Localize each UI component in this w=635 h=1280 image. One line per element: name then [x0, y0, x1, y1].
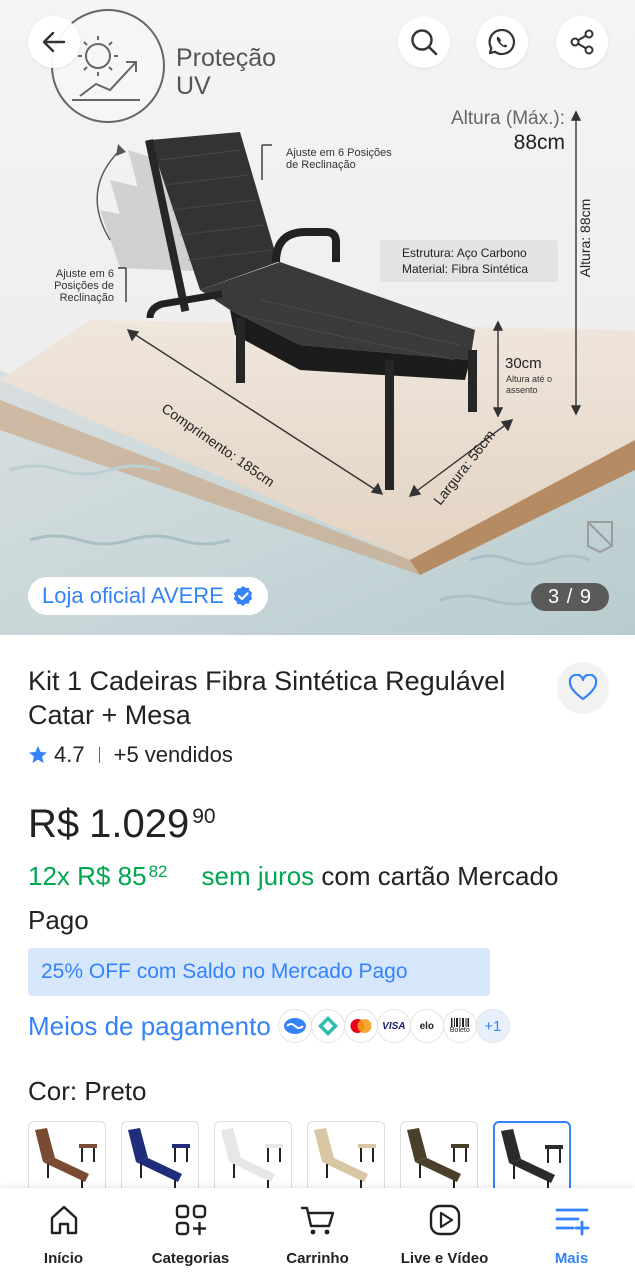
discount-banner: 25% OFF com Saldo no Mercado Pago: [28, 948, 490, 996]
more-payment-methods[interactable]: +1: [475, 1009, 510, 1043]
product-price: R$ 1.029 90: [28, 800, 216, 855]
nav-label: Início: [43, 1250, 84, 1267]
image-spec-box: Estrutura: Aço Carbono Material: Fibra S…: [380, 240, 558, 282]
nav-item-categorias[interactable]: Categorias: [127, 1188, 254, 1280]
bottom-navigation: Início Categorias Carrinho Live e Vídeo …: [0, 1188, 635, 1280]
share-button[interactable]: [556, 16, 608, 68]
elo-icon: elo: [409, 1009, 444, 1043]
image-text-material: Material: Fibra Sintética: [402, 262, 529, 276]
price-currency: R$: [28, 802, 80, 846]
home-icon: [50, 1205, 77, 1235]
boleto-label: Boleto: [449, 1027, 470, 1034]
product-photo: [0, 9, 635, 635]
payment-methods-link[interactable]: Meios de pagamento: [28, 1011, 271, 1042]
rating-row[interactable]: 4.7 +5 vendidos: [28, 740, 233, 770]
nav-item-inicio[interactable]: Início: [0, 1188, 127, 1280]
nav-item-live-video[interactable]: Live e Vídeo: [381, 1188, 508, 1280]
arrow-left-icon: [42, 31, 66, 53]
verified-badge-icon: [233, 586, 253, 606]
mercado-pago-icon: [277, 1009, 312, 1043]
pix-icon: [310, 1009, 345, 1043]
whatsapp-icon: [488, 28, 515, 56]
payment-methods-row[interactable]: Meios de pagamento VISA elo Boleto +1: [28, 1008, 510, 1044]
official-store-link[interactable]: Loja oficial AVERE: [28, 577, 268, 615]
rating-value: 4.7: [54, 742, 85, 767]
image-text-structure: Estrutura: Aço Carbono: [402, 246, 527, 260]
installment-count: 12x: [28, 861, 70, 891]
back-button[interactable]: [28, 16, 80, 68]
image-text-uv: Proteção UV: [176, 44, 277, 100]
installment-main: 85: [117, 861, 147, 891]
product-title: Kit 1 Cadeiras Fibra Sintética Regulável…: [28, 666, 506, 730]
nav-label: Live e Vídeo: [400, 1250, 489, 1267]
nav-label: Mais: [554, 1250, 589, 1267]
cart-icon: [300, 1206, 334, 1235]
share-icon: [570, 29, 594, 55]
installment-interest: sem juros: [201, 861, 315, 891]
boleto-icon: Boleto: [442, 1009, 477, 1043]
color-label: Cor: Preto: [28, 1076, 147, 1106]
play-icon: [429, 1204, 460, 1236]
nav-label: Carrinho: [286, 1250, 349, 1267]
image-text-recline-left: Ajuste em 6 Posições de Reclinação: [54, 268, 114, 304]
mastercard-icon: [343, 1009, 378, 1043]
menu-plus-icon: [555, 1208, 589, 1236]
price-cents: 90: [192, 805, 216, 828]
search-icon: [411, 29, 438, 56]
nav-label: Categorias: [151, 1250, 230, 1267]
image-text-seat-height-sub: Altura até o assento: [506, 374, 553, 395]
favorite-button[interactable]: [557, 662, 609, 714]
categories-icon: [175, 1204, 206, 1236]
product-image-gallery[interactable]: Proteção UV Altura (Máx.): 88cm Ajuste e…: [0, 0, 635, 635]
product-page: Proteção UV Altura (Máx.): 88cm Ajuste e…: [0, 0, 635, 1280]
image-text-height-rotated: Altura: 88cm: [577, 198, 593, 278]
nav-item-mais[interactable]: Mais: [508, 1188, 635, 1280]
installment-cents: 82: [148, 862, 168, 881]
visa-icon: VISA: [376, 1009, 411, 1043]
image-text-height-max-label: Altura (Máx.):: [450, 108, 565, 129]
image-counter: 3 / 9: [531, 583, 609, 611]
store-name: Loja oficial AVERE: [42, 583, 224, 608]
image-text-seat-height: 30cm: [505, 355, 542, 372]
installments-info: 12x R$ 85 82 sem juros com cartão Mercado …: [28, 856, 588, 940]
whatsapp-share-button[interactable]: [476, 16, 528, 68]
heart-icon: [568, 674, 598, 701]
sold-count: +5 vendidos: [113, 742, 233, 767]
star-icon: [29, 746, 47, 763]
installment-currency: R$: [77, 861, 111, 891]
image-text-recline-top: Ajuste em 6 Posições de Reclinação: [286, 147, 392, 171]
search-button[interactable]: [398, 16, 450, 68]
price-main: 1.029: [89, 802, 190, 846]
image-text-height-max-value: 88cm: [513, 131, 565, 154]
nav-item-carrinho[interactable]: Carrinho: [254, 1188, 381, 1280]
rating-divider: [98, 747, 100, 763]
